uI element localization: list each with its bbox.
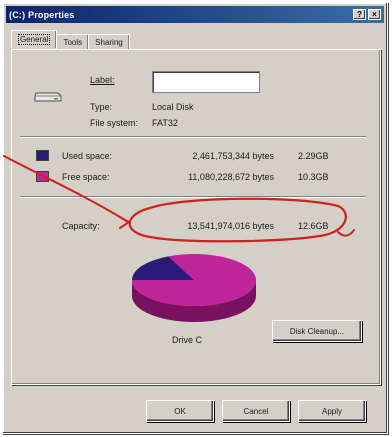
label-caption: Label: bbox=[90, 75, 115, 85]
type-value: Local Disk bbox=[152, 102, 194, 112]
tab-tools[interactable]: Tools bbox=[56, 34, 90, 50]
used-space-bytes: 2,461,753,344 bytes bbox=[192, 151, 274, 161]
tab-general-label: General bbox=[18, 34, 51, 45]
tab-sharing[interactable]: Sharing bbox=[88, 34, 130, 50]
capacity-caption: Capacity: bbox=[62, 221, 100, 231]
free-space-bytes: 11,080,228,672 bytes bbox=[188, 172, 274, 182]
title-bar-buttons: ? × bbox=[353, 9, 381, 20]
divider-bottom bbox=[20, 196, 366, 198]
close-button[interactable]: × bbox=[368, 9, 381, 20]
free-space-swatch bbox=[36, 171, 49, 182]
filesystem-caption: File system: bbox=[90, 118, 139, 128]
help-button[interactable]: ? bbox=[353, 9, 366, 20]
ok-button[interactable]: OK bbox=[146, 400, 214, 422]
used-space-caption: Used space: bbox=[62, 151, 113, 161]
title-bar: (C:) Properties ? × bbox=[6, 6, 384, 23]
disk-usage-pie-chart bbox=[132, 254, 256, 322]
free-space-caption: Free space: bbox=[62, 172, 110, 182]
drive-label: Drive C bbox=[172, 335, 203, 345]
filesystem-value: FAT32 bbox=[152, 118, 178, 128]
window-title: (C:) Properties bbox=[9, 9, 75, 20]
tab-general[interactable]: General bbox=[11, 30, 58, 48]
used-space-size: 2.29GB bbox=[298, 151, 329, 161]
capacity-bytes: 13,541,974,016 bytes bbox=[187, 221, 274, 231]
hard-drive-icon bbox=[34, 92, 62, 102]
apply-button[interactable]: Apply bbox=[298, 400, 366, 422]
label-input[interactable] bbox=[152, 71, 260, 93]
capacity-size: 12.6GB bbox=[298, 221, 329, 231]
type-caption: Type: bbox=[90, 102, 113, 112]
cancel-button[interactable]: Cancel bbox=[222, 400, 290, 422]
tab-strip: General Tools Sharing bbox=[11, 30, 130, 50]
divider-top bbox=[20, 136, 366, 138]
used-space-swatch bbox=[36, 150, 49, 161]
disk-cleanup-button[interactable]: Disk Cleanup... bbox=[272, 320, 362, 342]
properties-window: (C:) Properties ? × General Tools Sharin… bbox=[2, 2, 388, 434]
free-space-size: 10.3GB bbox=[298, 172, 329, 182]
